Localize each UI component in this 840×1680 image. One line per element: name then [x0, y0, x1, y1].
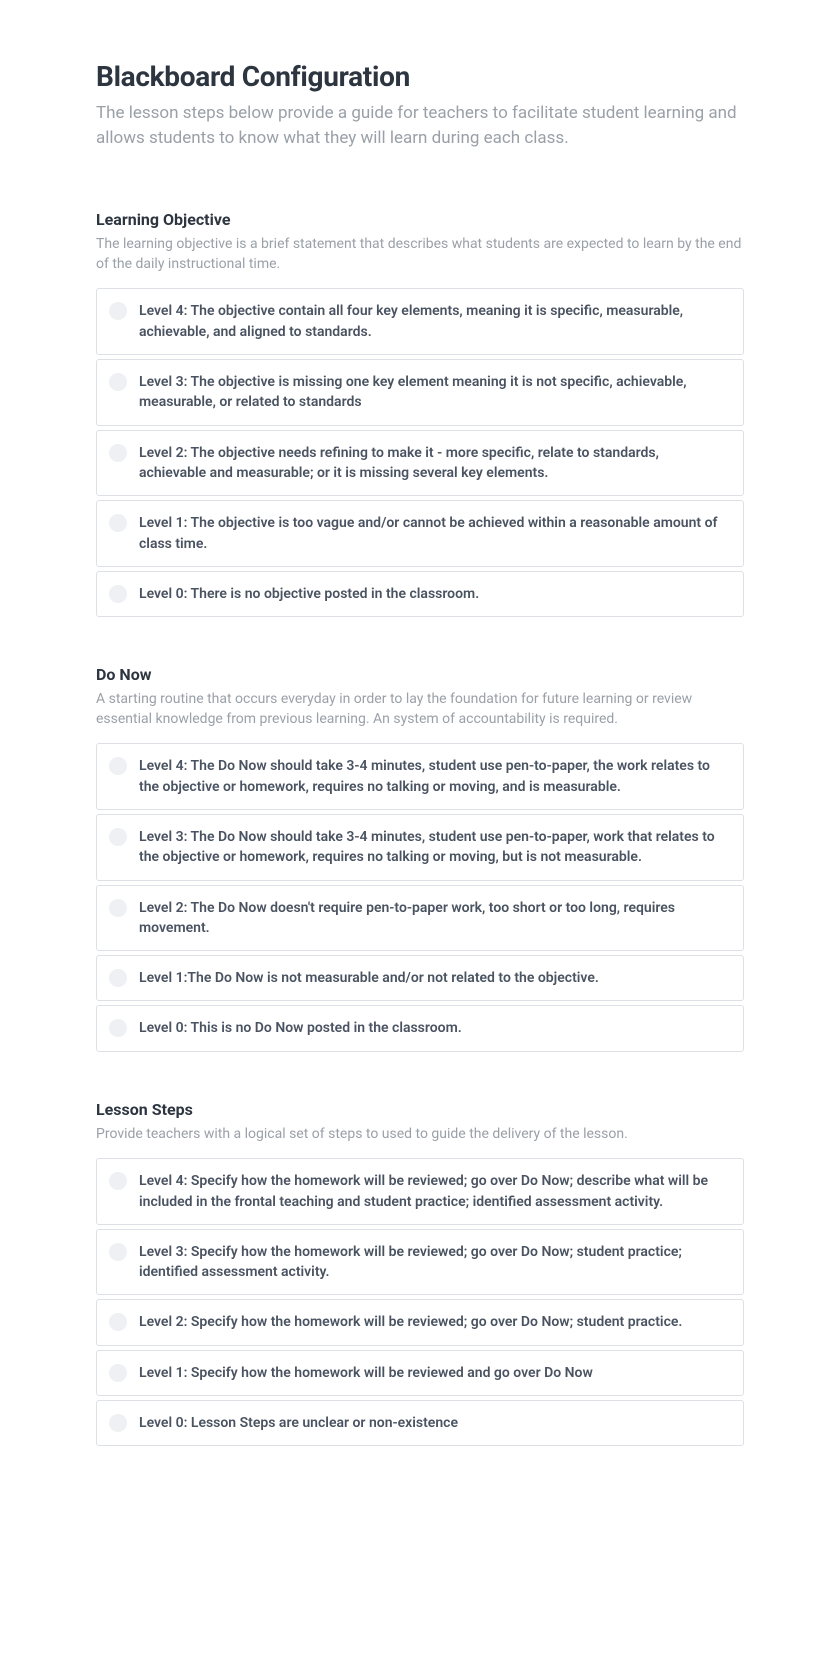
radio-icon: [109, 514, 127, 532]
option-item[interactable]: Level 2: The Do Now doesn't require pen-…: [96, 885, 744, 952]
page-description: The lesson steps below provide a guide f…: [96, 101, 744, 150]
radio-icon: [109, 444, 127, 462]
option-text: Level 0: There is no objective posted in…: [139, 584, 479, 604]
option-item[interactable]: Level 4: The objective contain all four …: [96, 288, 744, 355]
section-description: The learning objective is a brief statem…: [96, 235, 744, 274]
radio-icon: [109, 969, 127, 987]
option-text: Level 3: Specify how the homework will b…: [139, 1242, 729, 1283]
option-text: Level 3: The objective is missing one ke…: [139, 372, 729, 413]
option-text: Level 2: The Do Now doesn't require pen-…: [139, 898, 729, 939]
radio-icon: [109, 373, 127, 391]
radio-icon: [109, 899, 127, 917]
radio-icon: [109, 302, 127, 320]
option-text: Level 4: Specify how the homework will b…: [139, 1171, 729, 1212]
radio-icon: [109, 1414, 127, 1432]
radio-icon: [109, 585, 127, 603]
option-text: Level 4: The objective contain all four …: [139, 301, 729, 342]
section-learning-objective: Learning Objective The learning objectiv…: [96, 210, 744, 617]
option-list: Level 4: The objective contain all four …: [96, 288, 744, 617]
option-text: Level 1: Specify how the homework will b…: [139, 1363, 593, 1383]
option-item[interactable]: Level 1:The Do Now is not measurable and…: [96, 955, 744, 1001]
option-text: Level 0: Lesson Steps are unclear or non…: [139, 1413, 458, 1433]
option-text: Level 0: This is no Do Now posted in the…: [139, 1018, 462, 1038]
section-lesson-steps: Lesson Steps Provide teachers with a log…: [96, 1100, 744, 1447]
radio-icon: [109, 1313, 127, 1331]
radio-icon: [109, 1364, 127, 1382]
option-item[interactable]: Level 2: Specify how the homework will b…: [96, 1299, 744, 1345]
section-title: Learning Objective: [96, 210, 744, 229]
option-item[interactable]: Level 3: The objective is missing one ke…: [96, 359, 744, 426]
option-item[interactable]: Level 1: Specify how the homework will b…: [96, 1350, 744, 1396]
option-item[interactable]: Level 3: Specify how the homework will b…: [96, 1229, 744, 1296]
section-description: Provide teachers with a logical set of s…: [96, 1125, 744, 1145]
option-item[interactable]: Level 1: The objective is too vague and/…: [96, 500, 744, 567]
section-description: A starting routine that occurs everyday …: [96, 690, 744, 729]
option-text: Level 2: The objective needs refining to…: [139, 443, 729, 484]
option-text: Level 4: The Do Now should take 3-4 minu…: [139, 756, 729, 797]
radio-icon: [109, 828, 127, 846]
radio-icon: [109, 1172, 127, 1190]
option-text: Level 1: The objective is too vague and/…: [139, 513, 729, 554]
radio-icon: [109, 1019, 127, 1037]
radio-icon: [109, 757, 127, 775]
option-text: Level 2: Specify how the homework will b…: [139, 1312, 682, 1332]
option-item[interactable]: Level 4: The Do Now should take 3-4 minu…: [96, 743, 744, 810]
option-item[interactable]: Level 2: The objective needs refining to…: [96, 430, 744, 497]
page-title: Blackboard Configuration: [96, 60, 744, 93]
option-item[interactable]: Level 0: This is no Do Now posted in the…: [96, 1005, 744, 1051]
option-text: Level 3: The Do Now should take 3-4 minu…: [139, 827, 729, 868]
option-item[interactable]: Level 0: There is no objective posted in…: [96, 571, 744, 617]
option-list: Level 4: The Do Now should take 3-4 minu…: [96, 743, 744, 1051]
option-text: Level 1:The Do Now is not measurable and…: [139, 968, 599, 988]
option-item[interactable]: Level 3: The Do Now should take 3-4 minu…: [96, 814, 744, 881]
section-do-now: Do Now A starting routine that occurs ev…: [96, 665, 744, 1052]
radio-icon: [109, 1243, 127, 1261]
section-title: Do Now: [96, 665, 744, 684]
option-list: Level 4: Specify how the homework will b…: [96, 1158, 744, 1446]
option-item[interactable]: Level 4: Specify how the homework will b…: [96, 1158, 744, 1225]
section-title: Lesson Steps: [96, 1100, 744, 1119]
option-item[interactable]: Level 0: Lesson Steps are unclear or non…: [96, 1400, 744, 1446]
